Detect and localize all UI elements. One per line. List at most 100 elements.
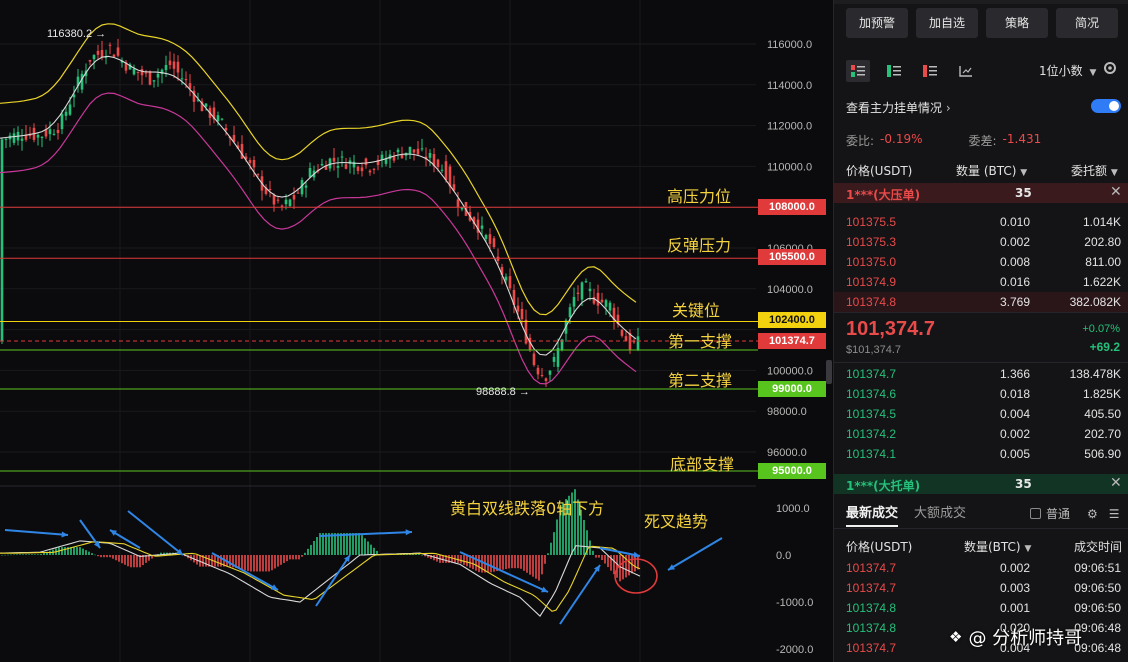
- macd-histogram-bar: [532, 555, 534, 577]
- main-force-orders-link[interactable]: 查看主力挂单情况 ›: [846, 99, 951, 116]
- trade-col-qty[interactable]: 数量(BTC) ▼: [964, 538, 1031, 555]
- depth-chart-icon[interactable]: [954, 60, 978, 82]
- trade-price: 101374.7: [846, 641, 897, 655]
- candle-body: [100, 50, 104, 58]
- settings-gear-icon[interactable]: ⚙: [1087, 507, 1098, 521]
- order-ratio-row: 委比: -0.19% 委差: -1.431: [846, 132, 1041, 149]
- macd-histogram-bar: [289, 555, 291, 560]
- order-price: 101375.5: [846, 215, 897, 229]
- overview-button[interactable]: 简况: [1056, 8, 1118, 38]
- candle-body: [252, 160, 256, 168]
- orderbook-asks-icon[interactable]: [918, 60, 942, 82]
- ask-row[interactable]: 101374.8 3.769 382.082K: [834, 292, 1128, 312]
- col-header-qty[interactable]: 数量 (BTC) ▼: [956, 162, 1027, 179]
- orderbook-both-icon[interactable]: [846, 60, 870, 82]
- orderbook-bids-icon[interactable]: [882, 60, 906, 82]
- candle-body: [132, 68, 136, 75]
- bid-row[interactable]: 101374.2 0.002 202.70: [834, 424, 1128, 444]
- tab-large-trades[interactable]: 大额成交: [914, 502, 966, 527]
- trade-row[interactable]: 101374.8 0.001 09:06:50: [834, 598, 1128, 618]
- main-force-label: 查看主力挂单情况: [846, 101, 943, 115]
- trade-price: 101374.7: [846, 581, 897, 595]
- macd-histogram-bar: [277, 555, 279, 567]
- common-checkbox[interactable]: [1030, 508, 1041, 519]
- macd-histogram-bar: [628, 555, 630, 576]
- bid-row[interactable]: 101374.6 0.018 1.825K: [834, 384, 1128, 404]
- macd-histogram-bar: [418, 554, 420, 555]
- col-header-total[interactable]: 委托额 ▼: [1071, 162, 1118, 179]
- macd-histogram-bar: [346, 533, 348, 555]
- trade-row[interactable]: 101374.7 0.002 09:06:51: [834, 558, 1128, 578]
- common-filter[interactable]: 普通 ⚙ ☰: [1030, 505, 1120, 522]
- candle-body: [40, 136, 44, 138]
- settings-gear-icon[interactable]: [1102, 60, 1118, 81]
- last-price: 101,374.7: [846, 318, 935, 340]
- macd-histogram-bar: [292, 555, 294, 560]
- ask-row[interactable]: 101375.5 0.010 1.014K: [834, 212, 1128, 232]
- candle-body: [108, 44, 112, 46]
- candle-body: [332, 157, 336, 162]
- panel-collapse-handle[interactable]: [826, 360, 832, 384]
- bid-row[interactable]: 101374.5 0.004 405.50: [834, 404, 1128, 424]
- large-bid-banner[interactable]: 1***(大托单) 35 ✕: [834, 474, 1128, 494]
- panel-menu-icon[interactable]: ☰: [1109, 507, 1120, 521]
- large-ask-qty: 35: [1015, 186, 1032, 200]
- macd-histogram-bar: [307, 548, 309, 555]
- macd-histogram-bar: [541, 555, 543, 575]
- macd-histogram-bar: [349, 533, 351, 555]
- candle-body: [540, 375, 544, 377]
- strategy-button[interactable]: 策略: [986, 8, 1048, 38]
- macd-histogram-bar: [262, 555, 264, 572]
- macd-histogram-bar: [421, 555, 423, 556]
- decimal-precision-select[interactable]: 1位小数 ▼: [1039, 62, 1096, 79]
- close-icon[interactable]: ✕: [1110, 184, 1122, 200]
- annotation-arrow: [667, 537, 723, 571]
- ask-row[interactable]: 101375.3 0.002 202.80: [834, 232, 1128, 252]
- macd-histogram-bar: [130, 555, 132, 568]
- macd-histogram-bar: [310, 544, 312, 555]
- candle-body: [12, 133, 16, 143]
- macd-histogram-bar: [268, 555, 270, 572]
- candle-body: [304, 185, 308, 188]
- macd-histogram-bar: [133, 555, 135, 568]
- macd-histogram-bar: [28, 554, 30, 555]
- trade-row[interactable]: 101374.7 0.003 09:06:50: [834, 578, 1128, 598]
- macd-histogram-bar: [37, 554, 39, 555]
- trade-qty: 0.001: [999, 601, 1030, 615]
- macd-histogram-bar: [136, 555, 138, 568]
- macd-histogram-bar: [616, 555, 618, 578]
- macd-histogram-bar: [73, 547, 75, 555]
- macd-histogram-bar: [475, 555, 477, 571]
- macd-histogram-bar: [283, 555, 285, 564]
- order-total: 506.90: [1084, 447, 1121, 461]
- tab-latest-trades[interactable]: 最新成交: [846, 502, 899, 527]
- ask-row[interactable]: 101375.0 0.008 811.00: [834, 252, 1128, 272]
- add-watchlist-button[interactable]: 加自选: [916, 8, 978, 38]
- ask-row[interactable]: 101374.9 0.016 1.622K: [834, 272, 1128, 292]
- candle-body: [436, 159, 440, 167]
- price-axis-tick: 112000.0: [767, 121, 812, 133]
- candle-body: [92, 55, 96, 60]
- order-total: 1.622K: [1082, 275, 1121, 289]
- large-ask-banner[interactable]: 1***(大压单) 35 ✕: [834, 183, 1128, 203]
- candle-body: [68, 104, 72, 115]
- macd-histogram-bar: [595, 555, 597, 558]
- macd-histogram-bar: [241, 555, 243, 570]
- main-force-toggle[interactable]: [1091, 99, 1121, 113]
- macd-histogram-bar: [526, 555, 528, 573]
- bid-row[interactable]: 101374.1 0.005 506.90: [834, 444, 1128, 464]
- macd-histogram-bar: [79, 547, 81, 555]
- bid-row[interactable]: 101374.7 1.366 138.478K: [834, 364, 1128, 384]
- chevron-down-icon: ▼: [1089, 68, 1097, 78]
- close-icon[interactable]: ✕: [1110, 475, 1122, 491]
- order-qty: 0.018: [999, 387, 1030, 401]
- candlestick-chart[interactable]: 116000.0114000.0112000.0110000.0106000.0…: [0, 0, 832, 662]
- order-qty: 0.016: [999, 275, 1030, 289]
- add-alert-button[interactable]: 加预警: [846, 8, 908, 38]
- watermark: ❖ @ 分析师持哥: [949, 624, 1082, 650]
- candle-body: [268, 188, 272, 190]
- macd-histogram-bar: [517, 555, 519, 569]
- annotation-arrow: [459, 551, 549, 593]
- macd-histogram-bar: [367, 541, 369, 555]
- chevron-down-icon: ▼: [1020, 168, 1028, 178]
